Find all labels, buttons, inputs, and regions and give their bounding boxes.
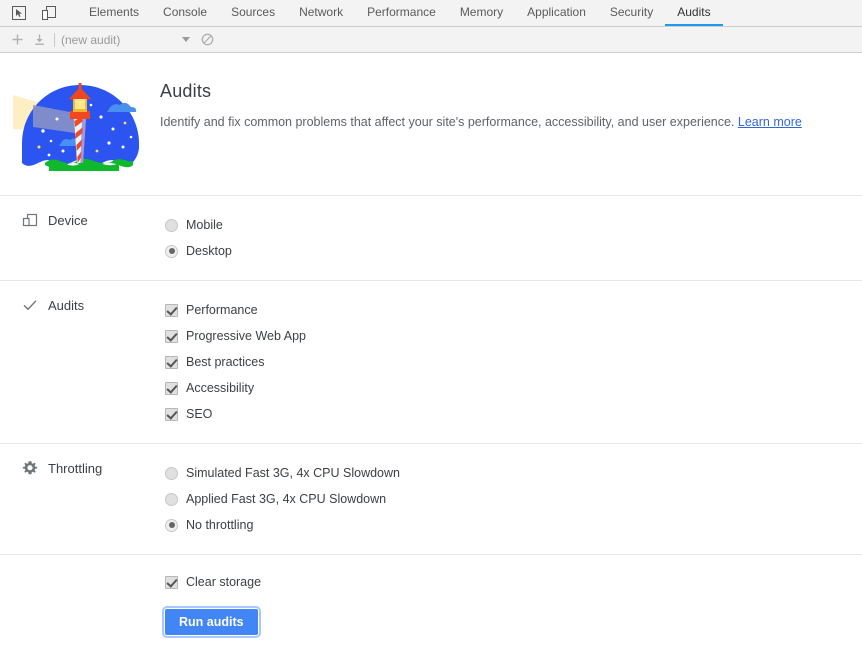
throttling-row-label: Throttling [0, 460, 165, 476]
gear-icon [22, 460, 38, 476]
radio-no-throttling[interactable] [165, 518, 178, 532]
tab-network[interactable]: Network [287, 0, 355, 26]
tab-label: Console [163, 5, 208, 19]
device-option-mobile[interactable]: Mobile [165, 212, 862, 238]
devtools-toolbar-icons [0, 0, 77, 26]
option-label: Applied Fast 3G, 4x CPU Slowdown [186, 492, 387, 506]
plus-icon[interactable] [6, 30, 28, 50]
audit-option-accessibility[interactable]: Accessibility [165, 375, 862, 401]
option-label: Performance [186, 303, 258, 317]
checkbox-seo[interactable] [165, 407, 178, 421]
settings-row-device: Device Mobile Desktop [0, 195, 862, 280]
audits-row-label: Audits [0, 297, 165, 313]
option-label: Simulated Fast 3G, 4x CPU Slowdown [186, 466, 400, 480]
audit-option-best-practices[interactable]: Best practices [165, 349, 862, 375]
radio-applied-fast-3g[interactable] [165, 492, 178, 506]
tab-application[interactable]: Application [515, 0, 598, 26]
devtools-tabbar: Elements Console Sources Network Perform… [0, 0, 862, 27]
device-icon [22, 212, 38, 228]
settings-row-final: Clear storage Run audits [0, 554, 862, 638]
audits-hero-text: Audits Identify and fix common problems … [160, 75, 814, 130]
radio-desktop[interactable] [165, 244, 178, 258]
audits-action-bar: (new audit) [0, 27, 862, 53]
throttling-option-simulated[interactable]: Simulated Fast 3G, 4x CPU Slowdown [165, 460, 862, 486]
throttling-option-applied[interactable]: Applied Fast 3G, 4x CPU Slowdown [165, 486, 862, 512]
checkbox-performance[interactable] [165, 303, 178, 317]
actionbar-divider [54, 32, 55, 47]
tab-label: Sources [231, 5, 276, 19]
audit-option-progressive-web-app[interactable]: Progressive Web App [165, 323, 862, 349]
tab-label: Memory [459, 5, 504, 19]
tab-label: Security [609, 5, 654, 19]
option-label: SEO [186, 407, 213, 421]
audit-select-value: (new audit) [61, 32, 121, 47]
import-download-icon[interactable] [28, 30, 50, 50]
option-label: Mobile [186, 218, 223, 232]
audits-options: Performance Progressive Web App Best pra… [165, 297, 862, 427]
settings-row-audits: Audits Performance Progressive Web App B… [0, 280, 862, 443]
tab-performance[interactable]: Performance [355, 0, 448, 26]
clear-no-entry-icon[interactable] [196, 30, 218, 50]
option-label: Clear storage [186, 575, 262, 589]
checkbox-clear-storage[interactable] [165, 575, 178, 589]
audits-panel-content: Audits Identify and fix common problems … [0, 53, 862, 638]
chevron-down-icon [182, 37, 190, 42]
learn-more-link[interactable]: Learn more [738, 115, 802, 129]
device-toolbar-icon[interactable] [36, 1, 62, 25]
device-option-desktop[interactable]: Desktop [165, 238, 862, 264]
final-controls: Clear storage Run audits [162, 569, 862, 638]
audits-hero: Audits Identify and fix common problems … [0, 53, 862, 195]
tab-memory[interactable]: Memory [448, 0, 515, 26]
radio-simulated-fast-3g[interactable] [165, 466, 178, 480]
audits-label: Audits [48, 297, 85, 313]
description-text: Identify and fix common problems that af… [160, 115, 735, 129]
radio-mobile[interactable] [165, 218, 178, 232]
device-row-label: Device [0, 212, 165, 228]
final-spacer [0, 569, 165, 635]
device-options: Mobile Desktop [165, 212, 862, 264]
tab-sources[interactable]: Sources [219, 0, 287, 26]
lighthouse-logo [0, 75, 160, 177]
tab-elements[interactable]: Elements [77, 0, 151, 26]
option-label: Best practices [186, 355, 265, 369]
tab-audits[interactable]: Audits [665, 0, 723, 26]
checkbox-progressive-web-app[interactable] [165, 329, 178, 343]
option-label: Progressive Web App [186, 329, 306, 343]
devtools-tab-list: Elements Console Sources Network Perform… [77, 0, 723, 26]
tab-label: Application [527, 5, 586, 19]
page-description: Identify and fix common problems that af… [160, 114, 802, 130]
throttling-options: Simulated Fast 3G, 4x CPU Slowdown Appli… [165, 460, 862, 538]
page-title: Audits [160, 81, 212, 101]
device-label: Device [48, 212, 88, 228]
option-label: No throttling [186, 518, 254, 532]
checkbox-accessibility[interactable] [165, 381, 178, 395]
audit-select[interactable]: (new audit) [61, 33, 196, 47]
tab-label: Audits [677, 5, 711, 19]
tab-label: Elements [89, 5, 140, 19]
inspect-element-icon[interactable] [6, 1, 32, 25]
tab-label: Performance [367, 5, 436, 19]
clear-storage-option[interactable]: Clear storage [165, 569, 862, 595]
settings-row-throttling: Throttling Simulated Fast 3G, 4x CPU Slo… [0, 443, 862, 554]
throttling-label: Throttling [48, 460, 103, 476]
tab-console[interactable]: Console [151, 0, 219, 26]
audit-option-performance[interactable]: Performance [165, 297, 862, 323]
tab-security[interactable]: Security [598, 0, 665, 26]
option-label: Desktop [186, 244, 232, 258]
checkbox-best-practices[interactable] [165, 355, 178, 369]
throttling-option-none[interactable]: No throttling [165, 512, 862, 538]
tab-label: Network [299, 5, 344, 19]
check-icon [22, 297, 38, 313]
audit-option-seo[interactable]: SEO [165, 401, 862, 427]
run-audits-button[interactable]: Run audits [162, 606, 261, 638]
option-label: Accessibility [186, 381, 255, 395]
